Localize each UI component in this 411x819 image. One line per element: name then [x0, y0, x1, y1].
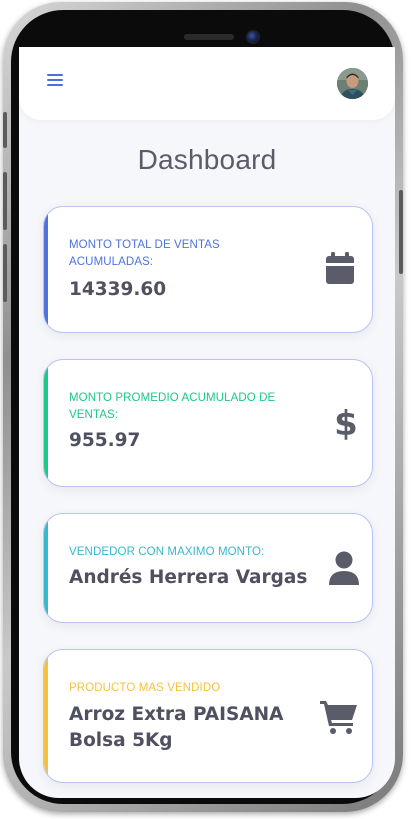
volume-down-button [3, 244, 7, 302]
avatar-photo-icon [337, 68, 368, 99]
card-accent-bar [44, 360, 48, 486]
total-sales-value: 14339.60 [69, 279, 167, 300]
top-product-card: PRODUCTO MAS VENDIDO Arroz Extra PAISANA… [43, 649, 373, 783]
dollar-icon: $ [326, 402, 366, 444]
average-sales-value: 955.97 [69, 430, 141, 451]
mute-switch [3, 112, 7, 148]
user-icon [324, 548, 364, 588]
average-sales-card: MONTO PROMEDIO ACUMULADO DE VENTAS: 955.… [43, 359, 373, 487]
svg-text:$: $ [334, 404, 358, 442]
total-sales-label: MONTO TOTAL DE VENTAS ACUMULADAS: [69, 239, 220, 268]
card-accent-bar [44, 207, 48, 332]
volume-up-button [3, 172, 7, 230]
calendar-icon [320, 249, 360, 289]
front-camera-icon [246, 30, 260, 44]
total-sales-card: MONTO TOTAL DE VENTAS ACUMULADAS: 14339.… [43, 206, 373, 333]
phone-frame: Dashboard MONTO TOTAL DE VENTAS ACUMULAD… [3, 2, 403, 812]
top-seller-label: VENDEDOR CON MAXIMO MONTO: [69, 546, 265, 558]
top-product-value: Arroz Extra PAISANA Bolsa 5Kg [69, 704, 284, 751]
average-sales-label: MONTO PROMEDIO ACUMULADO DE VENTAS: [69, 392, 276, 421]
card-accent-bar [44, 514, 48, 622]
top-seller-card: VENDEDOR CON MAXIMO MONTO: Andrés Herrer… [43, 513, 373, 623]
app-screen: Dashboard MONTO TOTAL DE VENTAS ACUMULAD… [19, 47, 395, 798]
shopping-cart-icon [319, 696, 359, 736]
top-navbar [19, 47, 395, 120]
power-button [399, 190, 403, 274]
user-avatar[interactable] [337, 68, 368, 99]
top-seller-value: Andrés Herrera Vargas [69, 567, 308, 588]
hamburger-menu-icon[interactable] [47, 73, 63, 87]
card-accent-bar [44, 650, 48, 782]
earpiece-speaker [184, 34, 234, 40]
page-title: Dashboard [137, 144, 277, 175]
top-product-label: PRODUCTO MAS VENDIDO [69, 682, 221, 694]
